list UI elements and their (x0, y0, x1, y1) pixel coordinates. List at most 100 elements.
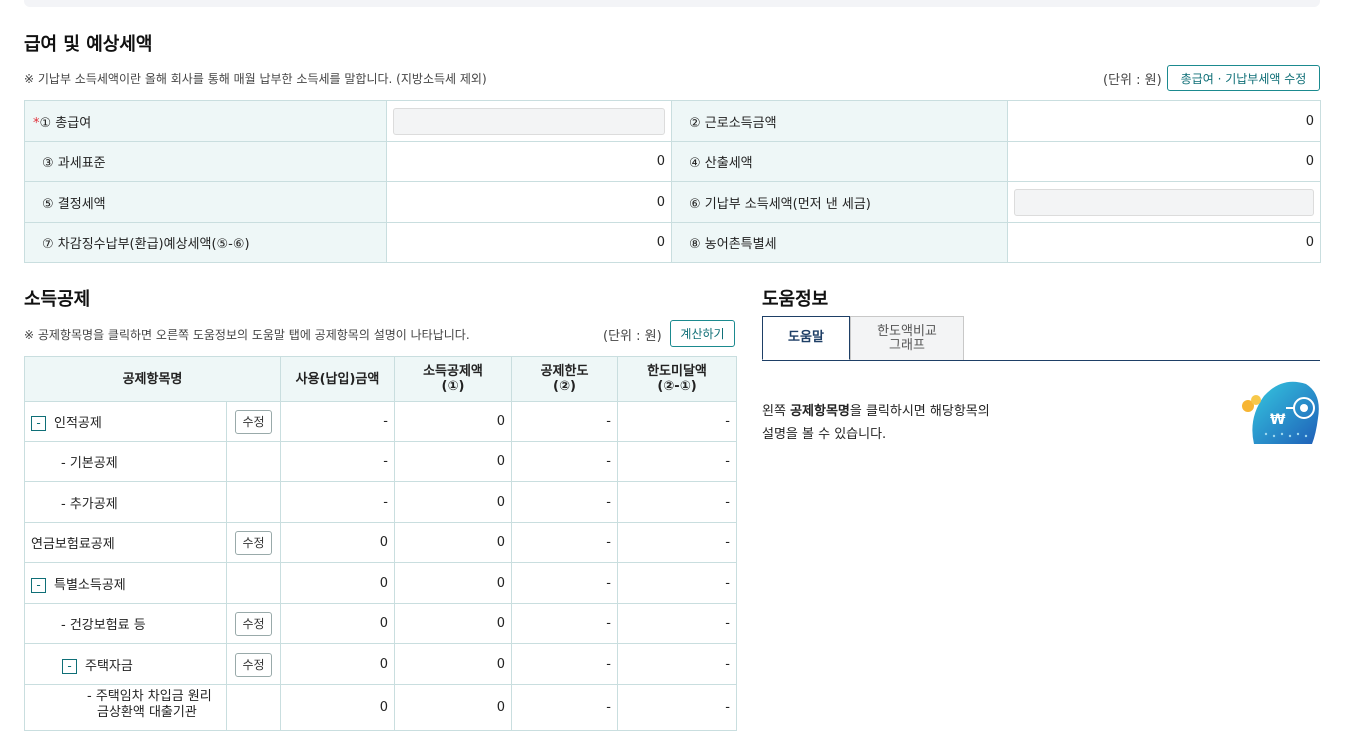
help-text: 왼쪽 공제항목명을 클릭하시면 해당항목의 설명을 볼 수 있습니다. (762, 404, 990, 442)
collapse-toggle[interactable]: - (31, 577, 46, 593)
edit-cell: 수정 (226, 522, 281, 563)
under-value: - (617, 603, 737, 644)
item-housing-loan[interactable]: - 주택임차 차입금 원리 금상환액 대출기관 (24, 684, 227, 731)
amount-value: 0 (394, 603, 512, 644)
paid-value: - (280, 441, 395, 482)
under-value: - (617, 562, 737, 604)
edit-button[interactable]: 수정 (235, 410, 272, 434)
total-salary-label: *① 총급여 (24, 100, 387, 142)
item-additional[interactable]: - 추가공제 (24, 481, 227, 523)
salary-table: *① 총급여 ② 근로소득금액 0 ③ 과세표준 0 ④ 산출세액 0 ⑤ 결정… (24, 100, 1321, 263)
deduction-header-row: 공제항목명 사용(납입)금액 소득공제액 (①) 공제한도 (②) 한도미달액 (②-… (24, 356, 737, 402)
under-value: - (617, 684, 737, 731)
edit-button[interactable]: 수정 (235, 652, 272, 677)
header-deduction-amount: 소득공제액 (①) (394, 356, 512, 402)
table-row: - 기본공제 - 0 - - (24, 441, 737, 482)
table-row: - 주택자금 수정 0 0 - - (24, 643, 737, 685)
empty-cell (226, 684, 281, 731)
earned-income-label: ② 근로소득금액 (671, 100, 1008, 142)
deduction-table: 공제항목명 사용(납입)금액 소득공제액 (①) 공제한도 (②) 한도미달액 (②-… (24, 356, 737, 731)
limit-value: - (511, 603, 618, 644)
salary-section-title: 급여 및 예상세액 (24, 34, 153, 55)
limit-value: - (511, 562, 618, 604)
empty-cell (226, 441, 281, 482)
empty-cell (226, 562, 281, 604)
under-value: - (617, 522, 737, 563)
mascot-icon: ₩ (1242, 381, 1319, 444)
prepaid-tax-input[interactable] (1014, 188, 1314, 216)
under-value: - (617, 643, 737, 685)
amount-value: 0 (394, 684, 512, 731)
amount-value: 0 (394, 522, 512, 563)
expected-refund-value: 0 (386, 222, 672, 263)
paid-value: - (280, 401, 395, 442)
under-value: - (617, 481, 737, 523)
table-row: - 인적공제 수정 - 0 - - (24, 401, 737, 442)
limit-value: - (511, 684, 618, 731)
edit-salary-tax-button[interactable]: 총급여 · 기납부세액 수정 (1167, 65, 1320, 91)
limit-value: - (511, 481, 618, 523)
item-housing-fund[interactable]: - 주택자금 (24, 643, 227, 685)
tab-help[interactable]: 도움말 (762, 316, 850, 360)
tax-base-value: 0 (386, 141, 672, 182)
amount-value: 0 (394, 441, 512, 482)
earned-income-value: 0 (1007, 100, 1321, 142)
empty-cell (226, 481, 281, 523)
limit-value: - (511, 441, 618, 482)
amount-value: 0 (394, 481, 512, 523)
edit-button[interactable]: 수정 (235, 531, 272, 555)
rural-tax-label: ⑧ 농어촌특별세 (671, 222, 1008, 263)
edit-cell: 수정 (226, 603, 281, 644)
tax-base-label: ③ 과세표준 (24, 141, 387, 182)
amount-value: 0 (394, 643, 512, 685)
paid-value: 0 (280, 684, 395, 731)
item-special[interactable]: - 특별소득공제 (24, 562, 227, 604)
under-value: - (617, 401, 737, 442)
determined-tax-value: 0 (386, 181, 672, 223)
determined-tax-label: ⑤ 결정세액 (24, 181, 387, 223)
paid-value: - (280, 481, 395, 523)
header-paid: 사용(납입)금액 (280, 356, 395, 402)
edit-cell: 수정 (226, 643, 281, 685)
salary-row: ③ 과세표준 0 ④ 산출세액 0 (24, 141, 1321, 182)
item-pension[interactable]: 연금보험료공제 (24, 522, 227, 563)
item-personal[interactable]: - 인적공제 (24, 401, 227, 442)
edit-cell: 수정 (226, 401, 281, 442)
under-value: - (617, 441, 737, 482)
salary-row: ⑦ 차감징수납부(환급)예상세액(⑤-⑥) 0 ⑧ 농어촌특별세 0 (24, 222, 1321, 263)
header-limit: 공제한도 (②) (511, 356, 618, 402)
edit-button[interactable]: 수정 (235, 612, 272, 636)
salary-row: ⑤ 결정세액 0 ⑥ 기납부 소득세액(먼저 낸 세금) (24, 181, 1321, 223)
computed-tax-value: 0 (1007, 141, 1321, 182)
header-item-name: 공제항목명 (24, 356, 281, 402)
table-row: - 주택임차 차입금 원리 금상환액 대출기관 0 0 - - (24, 684, 737, 731)
total-salary-input[interactable] (393, 107, 665, 135)
paid-value: 0 (280, 603, 395, 644)
rural-tax-value: 0 (1007, 222, 1321, 263)
calculate-button[interactable]: 계산하기 (670, 320, 735, 347)
header-under-limit: 한도미달액 (②-①) (617, 356, 737, 402)
computed-tax-label: ④ 산출세액 (671, 141, 1008, 182)
amount-value: 0 (394, 562, 512, 604)
paid-value: 0 (280, 643, 395, 685)
limit-value: - (511, 401, 618, 442)
collapse-toggle[interactable]: - (62, 658, 77, 674)
expected-refund-label: ⑦ 차감징수납부(환급)예상세액(⑤-⑥) (24, 222, 387, 263)
paid-value: 0 (280, 562, 395, 604)
table-row: - 건강보험료 등 수정 0 0 - - (24, 603, 737, 644)
salary-note: ※ 기납부 소득세액이란 올해 회사를 통해 매월 납부한 소득세를 말합니다.… (24, 72, 487, 86)
amount-value: 0 (394, 401, 512, 442)
item-health-insurance[interactable]: - 건강보험료 등 (24, 603, 227, 644)
tab-limit-graph[interactable]: 한도액비교 그래프 (850, 316, 964, 360)
prepaid-tax-label: ⑥ 기납부 소득세액(먼저 낸 세금) (671, 181, 1008, 223)
prepaid-tax-cell (1007, 181, 1321, 223)
paid-value: 0 (280, 522, 395, 563)
deduction-note: ※ 공제항목명을 클릭하면 오른쪽 도움정보의 도움말 탭에 공제항목의 설명이… (24, 328, 470, 342)
salary-row: *① 총급여 ② 근로소득금액 0 (24, 100, 1321, 142)
deduction-unit: (단위 : 원) (603, 329, 662, 344)
limit-value: - (511, 522, 618, 563)
table-row: 연금보험료공제 수정 0 0 - - (24, 522, 737, 563)
collapse-toggle[interactable]: - (31, 416, 46, 431)
table-row: - 추가공제 - 0 - - (24, 481, 737, 523)
item-basic[interactable]: - 기본공제 (24, 441, 227, 482)
